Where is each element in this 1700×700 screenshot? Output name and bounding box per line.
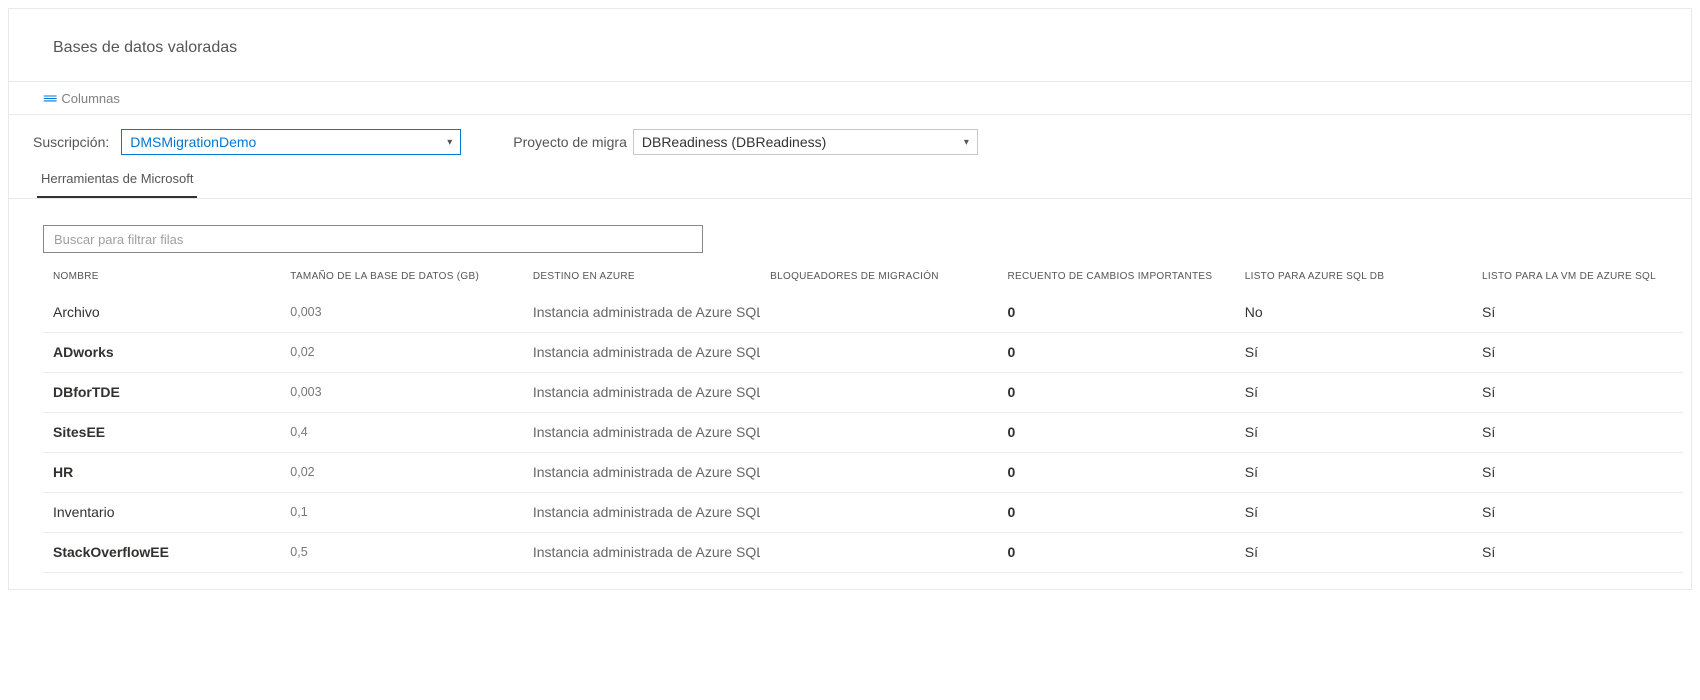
cell-blockers [760,492,997,532]
cell-ready-db: Sí [1235,412,1472,452]
cell-size: 0,1 [280,492,523,532]
col-blockers[interactable]: Bloqueadores de migración [760,259,997,292]
col-ready-db[interactable]: Listo para Azure SQL DB [1235,259,1472,292]
cell-name: Inventario [43,492,280,532]
cell-blockers [760,532,997,572]
table-row[interactable]: Inventario0,1Instancia administrada de A… [43,492,1683,532]
cell-name: DBforTDE [43,372,280,412]
cell-blockers [760,332,997,372]
cell-destination: Instancia administrada de Azure SQL… 0 [523,492,760,532]
table-row[interactable]: HR0,02Instancia administrada de Azure SQ… [43,452,1683,492]
cell-size: 0,4 [280,412,523,452]
cell-name: SitesEE [43,412,280,452]
edit-columns-label: Columnas [61,91,120,106]
cell-size: 0,003 [280,372,523,412]
cell-ready-db: Sí [1235,532,1472,572]
cell-ready-db: Sí [1235,492,1472,532]
cell-size: 0,5 [280,532,523,572]
table-row[interactable]: DBforTDE0,003Instancia administrada de A… [43,372,1683,412]
filter-rows-input[interactable] [43,225,703,253]
cell-destination: Instancia administrada de Azure SQL… 1 [523,292,760,332]
project-dropdown[interactable]: DBReadiness (DBReadiness) ▾ [633,129,978,155]
cell-ready-vm: Sí [1472,532,1683,572]
col-ready-vm[interactable]: Listo para la VM de Azure SQL [1472,259,1683,292]
databases-table: Nombre Tamaño de la base de datos (GB) D… [43,259,1683,573]
col-changes[interactable]: Recuento de cambios importantes [997,259,1234,292]
table-header-row: Nombre Tamaño de la base de datos (GB) D… [43,259,1683,292]
cell-changes: 0 [997,412,1234,452]
cell-size: 0,003 [280,292,523,332]
cell-destination: Instancia administrada de Azure SQL… 0 [523,452,760,492]
cell-changes: 0 [997,452,1234,492]
col-size[interactable]: Tamaño de la base de datos (GB) [280,259,523,292]
tab-microsoft-tools[interactable]: Herramientas de Microsoft [37,171,197,198]
cell-blockers [760,372,997,412]
cell-ready-vm: Sí [1472,332,1683,372]
cell-ready-db: No [1235,292,1472,332]
toolbar: ≡≡ Columnas [9,81,1691,115]
cell-blockers [760,412,997,452]
cell-name: HR [43,452,280,492]
cell-name: ADworks [43,332,280,372]
filter-bar: Suscripción: DMSMigrationDemo ▾ Proyecto… [9,115,1691,167]
chevron-down-icon: ▾ [964,137,969,148]
cell-size: 0,02 [280,452,523,492]
cell-size: 0,02 [280,332,523,372]
edit-columns-button[interactable]: ≡≡ Columnas [43,90,120,106]
cell-blockers [760,292,997,332]
cell-ready-vm: Sí [1472,492,1683,532]
table-area: Nombre Tamaño de la base de datos (GB) D… [9,199,1691,589]
cell-ready-vm: Sí [1472,412,1683,452]
chevron-down-icon: ▾ [447,137,452,148]
table-row[interactable]: Archivo0,003Instancia administrada de Az… [43,292,1683,332]
cell-blockers [760,452,997,492]
assessed-databases-panel: Bases de datos valoradas ≡≡ Columnas Sus… [8,8,1692,590]
page-title: Bases de datos valoradas [9,9,1691,81]
table-row[interactable]: SitesEE0,4Instancia administrada de Azur… [43,412,1683,452]
cell-changes: 0 [997,532,1234,572]
cell-destination: Instancia administrada de Azure SQL… 0 [523,332,760,372]
cell-ready-vm: Sí [1472,372,1683,412]
columns-icon: ≡≡ [43,90,55,106]
cell-ready-db: Sí [1235,332,1472,372]
tool-tabs: Herramientas de Microsoft [9,167,1691,199]
cell-destination: Instancia administrada de Azure SQL… 0 [523,372,760,412]
subscription-label: Suscripción: [33,134,109,150]
cell-changes: 0 [997,492,1234,532]
cell-ready-vm: Sí [1472,292,1683,332]
cell-ready-vm: Sí [1472,452,1683,492]
project-label: Proyecto de migra [513,134,627,150]
cell-ready-db: Sí [1235,372,1472,412]
table-row[interactable]: StackOverflowEE0,5Instancia administrada… [43,532,1683,572]
cell-name: StackOverflowEE [43,532,280,572]
subscription-value: DMSMigrationDemo [130,134,256,150]
cell-ready-db: Sí [1235,452,1472,492]
cell-name: Archivo [43,292,280,332]
subscription-dropdown[interactable]: DMSMigrationDemo ▾ [121,129,461,155]
project-value: DBReadiness (DBReadiness) [642,134,826,150]
col-name[interactable]: Nombre [43,259,280,292]
cell-changes: 0 [997,372,1234,412]
cell-destination: Instancia administrada de Azure SQL… 0 [523,412,760,452]
cell-changes: 0 [997,332,1234,372]
col-dest[interactable]: Destino en Azure [523,259,760,292]
cell-changes: 0 [997,292,1234,332]
cell-destination: Instancia administrada de Azure SQL… 0 [523,532,760,572]
table-row[interactable]: ADworks0,02Instancia administrada de Azu… [43,332,1683,372]
